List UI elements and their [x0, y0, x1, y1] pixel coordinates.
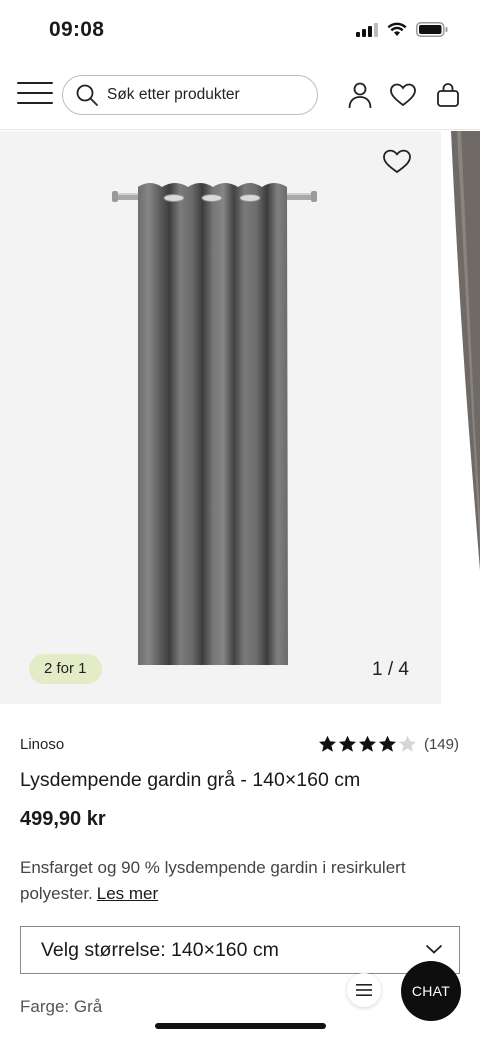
product-brand[interactable]: Linoso — [20, 736, 64, 753]
menu-button[interactable] — [17, 82, 53, 108]
menu-line — [17, 82, 53, 84]
star-filled-icon — [378, 735, 396, 752]
product-gallery[interactable]: 2 for 1 1 / 4 — [0, 131, 480, 704]
search-input[interactable]: Søk etter produkter — [62, 75, 318, 115]
promo-badge: 2 for 1 — [29, 654, 102, 684]
search-icon — [76, 84, 98, 106]
menu-line — [17, 102, 53, 104]
fabric-closeup-image — [451, 131, 480, 571]
status-bar: 09:08 — [0, 0, 480, 62]
rating-stars — [318, 735, 417, 753]
size-select-value: Velg størrelse: 140×160 cm — [41, 938, 279, 961]
chevron-down-icon — [425, 944, 443, 954]
image-counter: 1 / 4 — [372, 659, 409, 680]
product-price: 499,90 kr — [20, 808, 106, 830]
list-menu-button[interactable] — [347, 973, 381, 1007]
curtain-image — [112, 183, 317, 665]
wishlist-icon[interactable] — [389, 81, 417, 109]
color-label: Farge: — [20, 997, 70, 1016]
star-filled-icon — [318, 735, 336, 752]
account-icon[interactable] — [346, 81, 374, 109]
battery-icon — [416, 22, 448, 37]
next-product-image[interactable] — [451, 131, 480, 704]
product-image[interactable]: 2 for 1 1 / 4 — [0, 131, 441, 704]
status-icons — [356, 22, 448, 37]
color-value: Grå — [73, 997, 103, 1016]
product-rating[interactable]: (149) — [318, 735, 459, 753]
status-time: 09:08 — [49, 18, 105, 41]
star-filled-icon — [338, 735, 356, 752]
chat-button[interactable]: CHAT — [401, 961, 461, 1021]
product-title: Lysdempende gardin grå - 140×160 cm — [20, 769, 361, 791]
star-empty-icon — [398, 735, 416, 752]
star-filled-icon — [358, 735, 376, 752]
menu-line — [17, 92, 53, 94]
size-select[interactable]: Velg størrelse: 140×160 cm — [20, 926, 460, 974]
search-placeholder: Søk etter produkter — [107, 86, 240, 103]
site-header: Søk etter produkter — [0, 62, 480, 130]
color-row: Farge: Grå — [20, 997, 102, 1017]
product-description: Ensfarget og 90 % lysdempende gardin i r… — [20, 855, 460, 907]
wifi-icon — [387, 22, 407, 36]
description-text: Ensfarget og 90 % lysdempende gardin i r… — [20, 858, 406, 903]
review-count[interactable]: (149) — [424, 736, 459, 753]
signal-icon — [356, 22, 378, 37]
favorite-icon[interactable] — [382, 147, 412, 175]
read-more-link[interactable]: Les mer — [97, 884, 158, 903]
home-indicator — [155, 1023, 326, 1029]
list-icon — [356, 984, 372, 996]
cart-icon[interactable] — [434, 81, 462, 109]
